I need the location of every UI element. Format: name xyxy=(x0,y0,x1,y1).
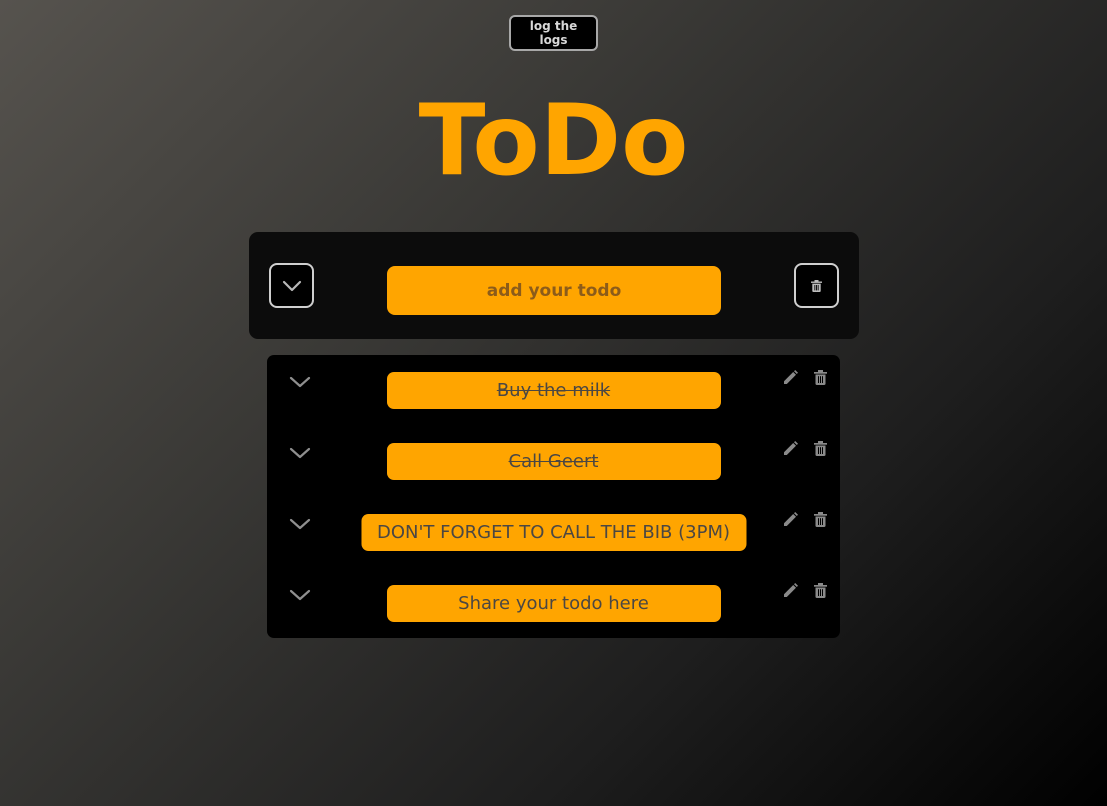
delete-todo-button[interactable] xyxy=(812,511,828,527)
delete-todo-button[interactable] xyxy=(812,440,828,456)
pencil-icon xyxy=(783,440,798,455)
edit-todo-button[interactable] xyxy=(782,440,798,456)
todo-expand-toggle[interactable] xyxy=(288,515,312,533)
todo-item: DON'T FORGET TO CALL THE BIB (3PM) xyxy=(267,497,840,568)
chevron-down-icon xyxy=(282,280,301,291)
trash-icon xyxy=(813,511,827,527)
todo-text[interactable]: Buy the milk xyxy=(386,372,721,409)
chevron-down-icon xyxy=(289,589,311,601)
chevron-down-icon xyxy=(289,447,311,459)
todo-text[interactable]: Call Geert xyxy=(386,443,721,480)
todo-item: Share your todo here xyxy=(267,568,840,639)
edit-todo-button[interactable] xyxy=(782,511,798,527)
delete-todo-button[interactable] xyxy=(812,582,828,598)
chevron-down-icon xyxy=(289,376,311,388)
todo-text[interactable]: DON'T FORGET TO CALL THE BIB (3PM) xyxy=(360,514,747,551)
todo-expand-toggle[interactable] xyxy=(288,373,312,391)
pencil-icon xyxy=(783,369,798,384)
log-the-logs-button[interactable]: log the logs xyxy=(509,15,598,51)
pencil-icon xyxy=(783,511,798,526)
trash-icon xyxy=(813,440,827,456)
add-todo-input[interactable] xyxy=(387,266,721,315)
todo-text[interactable]: Share your todo here xyxy=(386,585,721,622)
todo-expand-toggle[interactable] xyxy=(288,444,312,462)
trash-icon xyxy=(813,369,827,385)
delete-todo-button[interactable] xyxy=(812,369,828,385)
pencil-icon xyxy=(783,582,798,597)
edit-todo-button[interactable] xyxy=(782,582,798,598)
todo-item: Call Geert xyxy=(267,426,840,497)
todo-item: Buy the milk xyxy=(267,355,840,426)
chevron-down-icon xyxy=(289,518,311,530)
page-title: ToDo xyxy=(418,84,689,198)
add-todo-panel xyxy=(249,232,859,339)
todo-expand-toggle[interactable] xyxy=(288,586,312,604)
toggle-all-button[interactable] xyxy=(269,263,314,308)
trash-icon xyxy=(813,582,827,598)
trash-icon xyxy=(811,279,822,292)
todo-list: Buy the milk Call Geert DON'T FORGET TO CA… xyxy=(267,355,840,638)
clear-all-button[interactable] xyxy=(794,263,839,308)
edit-todo-button[interactable] xyxy=(782,369,798,385)
